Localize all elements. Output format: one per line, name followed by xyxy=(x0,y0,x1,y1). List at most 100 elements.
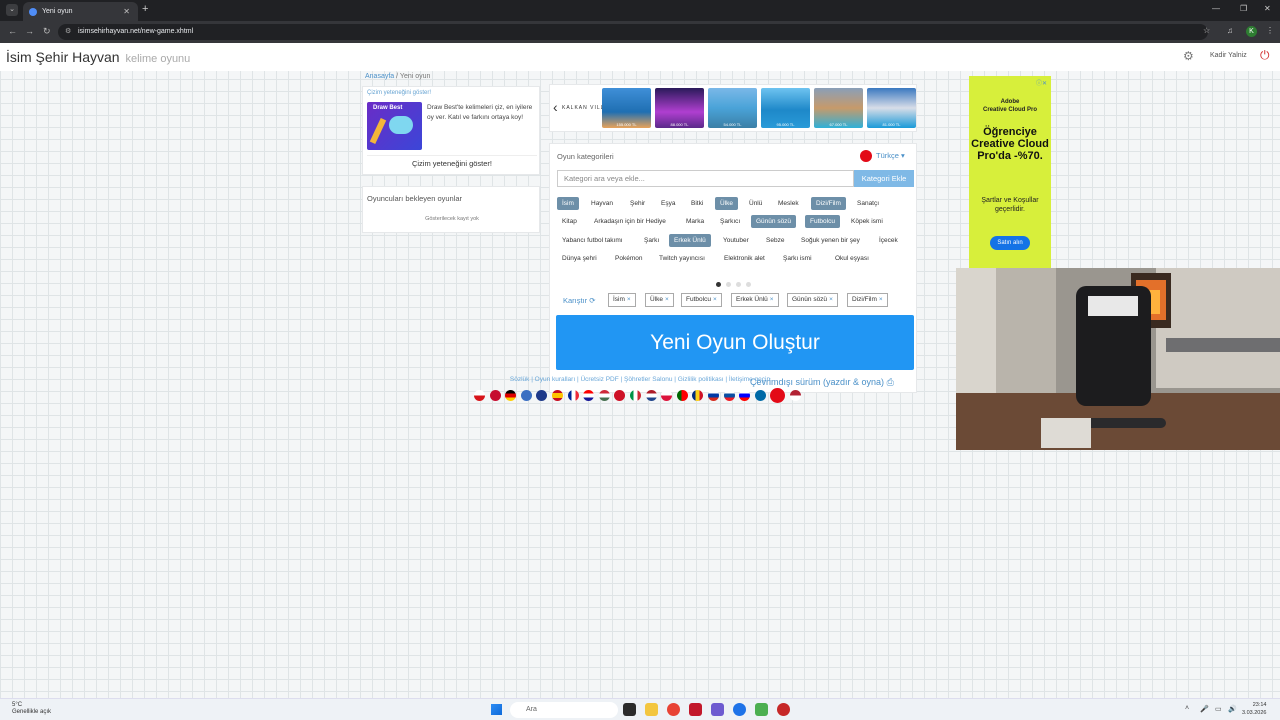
shuffle-button[interactable]: Karıştır ⟳ xyxy=(563,296,596,305)
discord-icon[interactable] xyxy=(711,703,724,716)
ad-prev-arrow-icon[interactable]: ‹ xyxy=(553,99,558,115)
remove-icon[interactable]: × xyxy=(627,296,631,303)
tab-search-icon[interactable]: ⌄ xyxy=(6,4,18,16)
category-chip[interactable]: Şarkı ismi xyxy=(778,252,817,265)
category-chip[interactable]: Soğuk yenen bir şey xyxy=(796,234,865,247)
category-chip[interactable]: Elektronik alet xyxy=(719,252,770,265)
ad-buy-button[interactable]: Satın alın xyxy=(990,236,1030,250)
close-tab-icon[interactable]: ✕ xyxy=(123,7,130,16)
category-chip[interactable]: Twitch yayıncısı xyxy=(654,252,710,265)
breadcrumb-home-link[interactable]: Anasayfa xyxy=(365,73,394,80)
flag-hungary-icon[interactable] xyxy=(598,390,610,402)
create-new-game-button[interactable]: Yeni Oyun Oluştur xyxy=(556,315,914,370)
category-chip[interactable]: Şehir xyxy=(625,197,650,210)
taskbar-clock[interactable]: 23:14 3.03.2026 xyxy=(1242,701,1266,717)
browser-menu-icon[interactable]: ⋮ xyxy=(1266,26,1274,35)
draw-best-image[interactable]: Draw Best xyxy=(367,102,422,150)
category-search-input[interactable]: Kategori ara veya ekle... xyxy=(557,170,854,187)
site-brand[interactable]: İsim Şehir Hayvan kelime oyunu xyxy=(6,49,190,65)
edge-icon[interactable] xyxy=(733,703,746,716)
category-chip[interactable]: Youtuber xyxy=(718,234,754,247)
minimize-icon[interactable]: — xyxy=(1212,4,1220,13)
app-icon[interactable] xyxy=(755,703,768,716)
ad-photo[interactable]: 54.000 TL xyxy=(708,88,757,128)
flag-france-icon[interactable] xyxy=(567,390,579,402)
start-icon[interactable] xyxy=(491,704,502,715)
url-field[interactable]: ⚙ isimsehirhayvan.net/new-game.xhtml xyxy=(58,24,1208,40)
category-chip[interactable]: Bitki xyxy=(686,197,708,210)
flag-portugal-icon[interactable] xyxy=(676,390,688,402)
microphone-icon[interactable]: 🎤 xyxy=(1200,705,1209,713)
flag-slovakia-icon[interactable] xyxy=(723,390,735,402)
weather-widget[interactable]: 5°C Genellikle açık xyxy=(12,702,51,716)
show-drawing-button[interactable]: Çizim yeteneğini göster! xyxy=(367,155,537,171)
category-chip[interactable]: Eşya xyxy=(656,197,680,210)
category-chip[interactable]: Dünya şehri xyxy=(557,252,602,265)
bookmark-star-icon[interactable]: ☆ xyxy=(1203,26,1210,35)
remove-icon[interactable]: × xyxy=(879,296,883,303)
pagination-dot[interactable] xyxy=(736,282,741,287)
media-control-icon[interactable]: ♫ xyxy=(1227,26,1233,35)
profile-avatar[interactable]: K xyxy=(1246,26,1257,37)
taskbar-search-input[interactable]: Ara xyxy=(510,702,618,718)
remove-icon[interactable]: × xyxy=(829,296,833,303)
logout-power-icon[interactable]: ⏻ xyxy=(1260,48,1270,63)
file-explorer-icon[interactable] xyxy=(645,703,658,716)
ad-choices-icon[interactable]: ⓘ✕ xyxy=(1036,78,1047,87)
category-chip[interactable]: İsim xyxy=(557,197,579,210)
category-chip[interactable]: Ülke xyxy=(715,197,739,210)
category-chip[interactable]: Meslek xyxy=(773,197,804,210)
chip-pagination[interactable] xyxy=(716,274,756,292)
category-chip[interactable]: Kitap xyxy=(557,215,582,228)
forward-icon[interactable]: → xyxy=(25,26,34,36)
chrome-icon[interactable] xyxy=(667,703,680,716)
flag-netherlands-icon[interactable] xyxy=(645,390,657,402)
category-chip[interactable]: Okul eşyası xyxy=(830,252,874,265)
category-chip[interactable]: Günün sözü xyxy=(751,215,797,228)
remove-icon[interactable]: × xyxy=(713,296,717,303)
category-chip[interactable]: Köpek ismi xyxy=(846,215,888,228)
flag-sweden-icon[interactable] xyxy=(754,390,766,402)
flag-denmark-icon[interactable] xyxy=(489,390,501,402)
username-label[interactable]: Kadir Yalniz xyxy=(1210,52,1247,59)
flag-greece-icon[interactable] xyxy=(520,390,532,402)
task-view-icon[interactable] xyxy=(623,703,636,716)
villa-ad-strip[interactable]: ‹ KALKAN VILLA 155.000 TL 88.000 TL 54.0… xyxy=(549,84,917,132)
category-chip[interactable]: Sanatçı xyxy=(852,197,884,210)
ad-photo[interactable]: 81.000 TL xyxy=(867,88,916,128)
adobe-side-ad[interactable]: ⓘ✕ Adobe Creative Cloud Pro Öğrenciye Cre… xyxy=(969,76,1051,268)
category-chip[interactable]: Marka xyxy=(681,215,709,228)
category-chip[interactable]: Dizi/Film xyxy=(811,197,846,210)
site-info-icon[interactable]: ⚙ xyxy=(65,24,71,40)
pagination-dot[interactable] xyxy=(716,282,721,287)
category-chip[interactable]: Ünlü xyxy=(744,197,767,210)
pagination-dot[interactable] xyxy=(746,282,751,287)
new-tab-icon[interactable]: + xyxy=(142,3,148,15)
tray-chevron-icon[interactable]: ˄ xyxy=(1185,705,1189,712)
reload-icon[interactable]: ↻ xyxy=(43,26,51,37)
network-icon[interactable]: ▭ xyxy=(1215,705,1222,713)
category-chip[interactable]: Arkadaşın için bir Hediye xyxy=(589,215,671,228)
ad-photo[interactable]: 88.000 TL xyxy=(655,88,704,128)
volume-icon[interactable]: 🔊 xyxy=(1228,705,1237,713)
obs-icon[interactable] xyxy=(777,703,790,716)
category-chip[interactable]: Şarkıcı xyxy=(715,215,745,228)
category-chip[interactable]: Futbolcu xyxy=(805,215,840,228)
back-icon[interactable]: ← xyxy=(8,26,17,36)
ad-photo[interactable]: 95.000 TL xyxy=(761,88,810,128)
maximize-icon[interactable]: ❐ xyxy=(1240,4,1247,13)
category-chip[interactable]: Sebze xyxy=(761,234,789,247)
remove-icon[interactable]: × xyxy=(665,296,669,303)
category-chip[interactable]: Şarkı xyxy=(639,234,664,247)
acrobat-icon[interactable] xyxy=(689,703,702,716)
category-chip[interactable]: Hayvan xyxy=(586,197,618,210)
remove-icon[interactable]: × xyxy=(770,296,774,303)
category-chip[interactable]: Pokémon xyxy=(610,252,647,265)
category-chip[interactable]: İçecek xyxy=(874,234,903,247)
browser-tab[interactable]: Yeni oyun ✕ xyxy=(23,2,138,21)
category-chip[interactable]: Yabancı futbol takımı xyxy=(557,234,628,247)
language-selector[interactable]: Türkçe ▾ xyxy=(860,150,905,162)
ad-photo[interactable]: 67.000 TL xyxy=(814,88,863,128)
settings-gear-icon[interactable]: ⚙ xyxy=(1183,49,1194,63)
add-category-button[interactable]: Kategori Ekle xyxy=(854,170,914,187)
